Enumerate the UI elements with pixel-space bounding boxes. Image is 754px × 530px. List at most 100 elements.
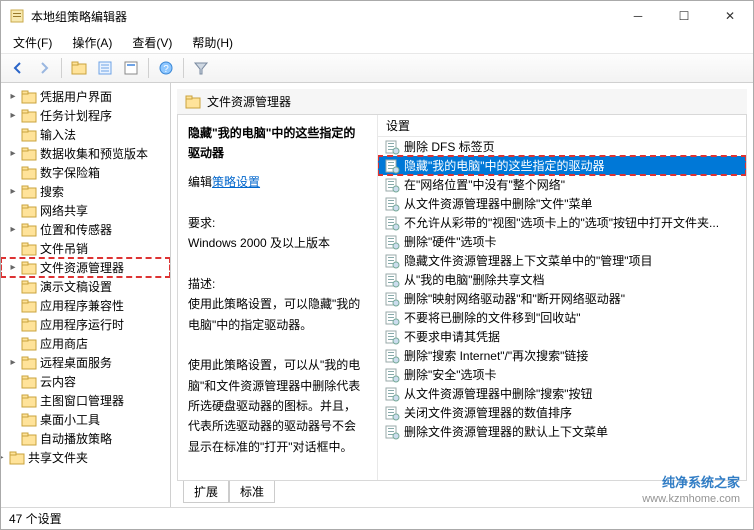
- path-label: 文件资源管理器: [207, 93, 291, 110]
- policy-icon: [384, 234, 400, 250]
- setting-item[interactable]: 关闭文件资源管理器的数值排序: [378, 403, 746, 422]
- folder-icon: [21, 147, 37, 161]
- setting-item[interactable]: 删除"硬件"选项卡: [378, 232, 746, 251]
- tree-item[interactable]: 演示文稿设置: [1, 277, 170, 296]
- back-button[interactable]: [7, 57, 29, 79]
- settings-list[interactable]: 删除 DFS 标签页隐藏"我的电脑"中的这些指定的驱动器在"网络位置"中没有"整…: [378, 137, 746, 480]
- folder-icon[interactable]: [68, 57, 90, 79]
- policy-icon: [384, 329, 400, 345]
- minimize-button[interactable]: ─: [615, 1, 661, 31]
- folder-icon: [21, 109, 37, 123]
- setting-item[interactable]: 不允许从彩带的"视图"选项卡上的"选项"按钮中打开文件夹...: [378, 213, 746, 232]
- folder-icon: [21, 204, 37, 218]
- tab-extended[interactable]: 扩展: [183, 481, 229, 503]
- folder-icon: [21, 128, 37, 142]
- folder-icon: [21, 299, 37, 313]
- policy-icon: [384, 386, 400, 402]
- setting-item[interactable]: 不要求申请其凭据: [378, 327, 746, 346]
- setting-item[interactable]: 删除"映射网络驱动器"和"断开网络驱动器": [378, 289, 746, 308]
- tree-item[interactable]: 文件吊销: [1, 239, 170, 258]
- folder-icon: [21, 166, 37, 180]
- policy-icon: [384, 139, 400, 155]
- tree-item[interactable]: ▸远程桌面服务: [1, 353, 170, 372]
- tree-item[interactable]: 输入法: [1, 125, 170, 144]
- folder-icon: [21, 356, 37, 370]
- statusbar: 47 个设置: [1, 507, 753, 529]
- status-text: 47 个设置: [9, 510, 62, 527]
- policy-icon: [384, 215, 400, 231]
- menu-action[interactable]: 操作(A): [66, 32, 118, 53]
- setting-title: 隐藏"我的电脑"中的这些指定的驱动器: [188, 123, 367, 164]
- folder-icon: [21, 261, 37, 275]
- tree-item[interactable]: ▸数据收集和预览版本: [1, 144, 170, 163]
- folder-icon: [21, 375, 37, 389]
- folder-icon: [21, 185, 37, 199]
- setting-item[interactable]: 删除文件资源管理器的默认上下文菜单: [378, 422, 746, 441]
- tree-item[interactable]: 应用程序运行时: [1, 315, 170, 334]
- tree-item[interactable]: ▸共享文件夹: [1, 448, 170, 467]
- policy-icon: [384, 177, 400, 193]
- setting-item[interactable]: 删除"搜索 Internet"/"再次搜索"链接: [378, 346, 746, 365]
- folder-icon: [21, 432, 37, 446]
- policy-icon: [384, 310, 400, 326]
- folder-icon: [21, 394, 37, 408]
- setting-item[interactable]: 在"网络位置"中没有"整个网络": [378, 175, 746, 194]
- window-title: 本地组策略编辑器: [31, 8, 615, 25]
- setting-item[interactable]: 从文件资源管理器中删除"搜索"按钮: [378, 384, 746, 403]
- policy-icon: [384, 367, 400, 383]
- tree-item[interactable]: 应用程序兼容性: [1, 296, 170, 315]
- tree-item[interactable]: 云内容: [1, 372, 170, 391]
- policy-icon: [384, 196, 400, 212]
- policy-icon: [384, 405, 400, 421]
- tree-item[interactable]: 应用商店: [1, 334, 170, 353]
- setting-item[interactable]: 删除"安全"选项卡: [378, 365, 746, 384]
- policy-icon: [384, 424, 400, 440]
- list-icon[interactable]: [94, 57, 116, 79]
- maximize-button[interactable]: ☐: [661, 1, 707, 31]
- folder-icon: [21, 318, 37, 332]
- setting-item[interactable]: 不要将已删除的文件移到"回收站": [378, 308, 746, 327]
- folder-icon: [185, 95, 201, 109]
- setting-item[interactable]: 从文件资源管理器中删除"文件"菜单: [378, 194, 746, 213]
- folder-icon: [21, 337, 37, 351]
- setting-item[interactable]: 隐藏文件资源管理器上下文菜单中的"管理"项目: [378, 251, 746, 270]
- filter-icon[interactable]: [190, 57, 212, 79]
- tree-item[interactable]: 主图窗口管理器: [1, 391, 170, 410]
- close-button[interactable]: ✕: [707, 1, 753, 31]
- description-pane: 隐藏"我的电脑"中的这些指定的驱动器 编辑策略设置 要求: Windows 20…: [178, 115, 378, 480]
- forward-button[interactable]: [33, 57, 55, 79]
- titlebar: 本地组策略编辑器 ─ ☐ ✕: [1, 1, 753, 31]
- menu-file[interactable]: 文件(F): [7, 32, 58, 53]
- policy-icon: [384, 253, 400, 269]
- tree-item[interactable]: ▸搜索: [1, 182, 170, 201]
- tree-item[interactable]: ▸凭据用户界面: [1, 87, 170, 106]
- folder-icon: [21, 223, 37, 237]
- tree-item[interactable]: 数字保险箱: [1, 163, 170, 182]
- edit-policy-link[interactable]: 策略设置: [212, 175, 260, 189]
- menubar: 文件(F) 操作(A) 查看(V) 帮助(H): [1, 31, 753, 53]
- tree-item[interactable]: 网络共享: [1, 201, 170, 220]
- tree-item[interactable]: ▸任务计划程序: [1, 106, 170, 125]
- setting-item[interactable]: 删除 DFS 标签页: [378, 137, 746, 156]
- tree-item[interactable]: ▸文件资源管理器: [1, 258, 170, 277]
- tree-item[interactable]: ▸位置和传感器: [1, 220, 170, 239]
- nav-tree[interactable]: ▸凭据用户界面▸任务计划程序输入法▸数据收集和预览版本数字保险箱▸搜索网络共享▸…: [1, 83, 171, 507]
- settings-column-header[interactable]: 设置: [378, 115, 746, 137]
- setting-item[interactable]: 从"我的电脑"删除共享文档: [378, 270, 746, 289]
- help-icon[interactable]: ?: [155, 57, 177, 79]
- policy-icon: [384, 291, 400, 307]
- app-icon: [9, 8, 25, 24]
- tab-standard[interactable]: 标准: [229, 481, 275, 503]
- gpedit-window: 本地组策略编辑器 ─ ☐ ✕ 文件(F) 操作(A) 查看(V) 帮助(H) ?…: [0, 0, 754, 530]
- menu-view[interactable]: 查看(V): [126, 32, 178, 53]
- tree-item[interactable]: 自动播放策略: [1, 429, 170, 448]
- folder-icon: [21, 413, 37, 427]
- folder-icon: [21, 242, 37, 256]
- setting-item[interactable]: 隐藏"我的电脑"中的这些指定的驱动器: [378, 156, 746, 175]
- properties-icon[interactable]: [120, 57, 142, 79]
- folder-icon: [9, 451, 25, 465]
- folder-icon: [21, 90, 37, 104]
- path-header: 文件资源管理器: [177, 89, 747, 115]
- menu-help[interactable]: 帮助(H): [186, 32, 239, 53]
- tree-item[interactable]: 桌面小工具: [1, 410, 170, 429]
